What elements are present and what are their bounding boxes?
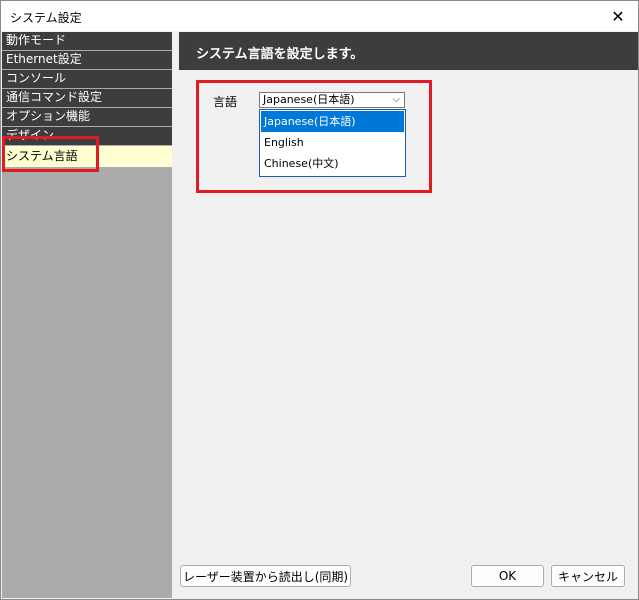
sidebar-item-system-language[interactable]: システム言語	[2, 146, 172, 167]
sidebar-item-comm-command[interactable]: 通信コマンド設定	[2, 89, 172, 107]
content-header: システム言語を設定します。	[179, 32, 638, 70]
sidebar-item-console[interactable]: コンソール	[2, 70, 172, 88]
chevron-down-icon: ⌵	[392, 94, 400, 105]
sidebar-item-options[interactable]: オプション機能	[2, 108, 172, 126]
page-title: システム言語を設定します。	[196, 47, 364, 62]
language-option-japanese[interactable]: Japanese(日本語)	[261, 111, 404, 132]
sidebar-item-operation-mode[interactable]: 動作モード	[2, 32, 172, 50]
cancel-button[interactable]: キャンセル	[551, 565, 625, 587]
sync-from-laser-button[interactable]: レーザー装置から読出し(同期)	[180, 565, 351, 587]
sidebar-item-ethernet[interactable]: Ethernet設定	[2, 51, 172, 69]
language-select-value: Japanese(日本語)	[263, 93, 355, 106]
sidebar: 動作モード Ethernet設定 コンソール 通信コマンド設定 オプション機能 …	[2, 32, 172, 598]
language-label: 言語	[213, 95, 238, 109]
language-select[interactable]: Japanese(日本語) ⌵	[259, 92, 405, 108]
window-title: システム設定	[10, 11, 82, 25]
title-bar: システム設定 ✕	[1, 1, 638, 31]
language-option-english[interactable]: English	[261, 132, 404, 153]
language-dropdown-list: Japanese(日本語) English Chinese(中文)	[259, 109, 406, 177]
sidebar-item-design[interactable]: デザイン	[2, 127, 172, 145]
close-icon[interactable]: ✕	[598, 1, 638, 31]
ok-button[interactable]: OK	[471, 565, 544, 587]
settings-dialog: システム設定 ✕ 動作モード Ethernet設定 コンソール 通信コマンド設定…	[0, 0, 639, 600]
language-option-chinese[interactable]: Chinese(中文)	[261, 153, 404, 174]
